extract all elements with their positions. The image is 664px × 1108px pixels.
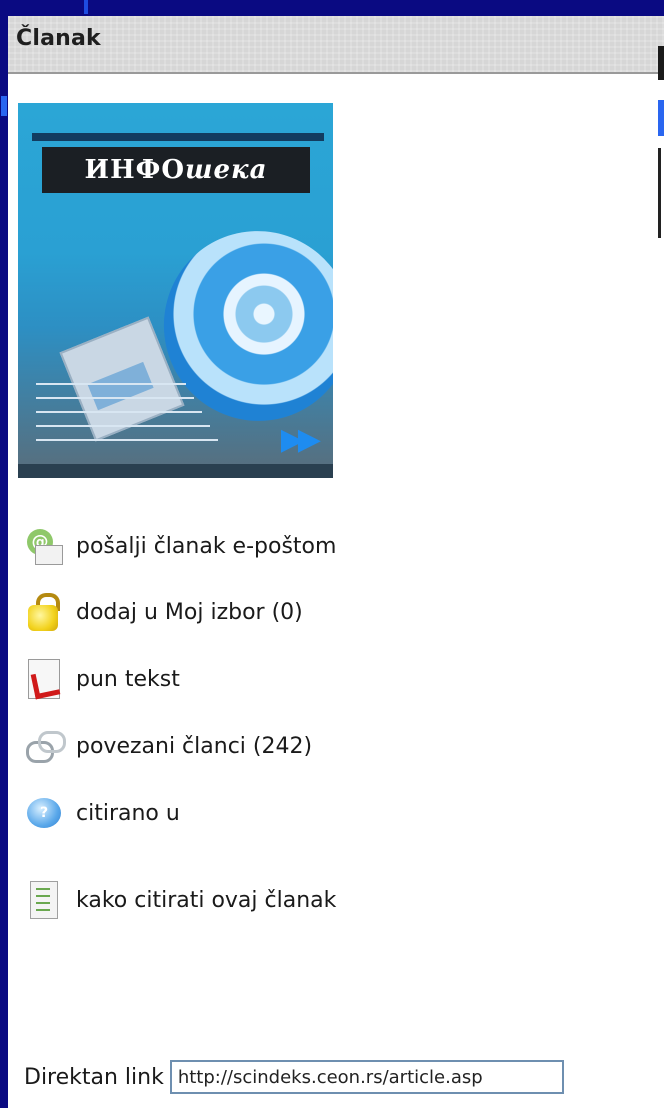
cover-title-bar: ИНФОшека — [42, 147, 310, 193]
email-icon: @ — [24, 526, 64, 566]
action-label: pun tekst — [76, 666, 180, 692]
action-full-text[interactable]: pun tekst — [24, 654, 180, 704]
action-label: kako citirati ovaj članak — [76, 887, 337, 913]
cover-top-bar — [32, 133, 324, 141]
action-label: pošalji članak e-poštom — [76, 533, 337, 559]
action-cited-in[interactable]: ? citirano u — [24, 788, 180, 838]
right-edge-deco — [658, 46, 664, 80]
journal-cover-image[interactable]: ИНФОшека ▶▶ — [18, 103, 333, 478]
list-icon — [24, 880, 64, 920]
panel-header: Članak — [8, 16, 664, 74]
left-frame-strip — [0, 96, 8, 1108]
cover-bottom-band — [18, 464, 333, 478]
right-edge-box — [658, 148, 664, 238]
action-label: citirano u — [76, 800, 180, 826]
link-icon — [24, 726, 66, 766]
article-panel: Članak ИНФОшека ▶▶ @ pošalji članak e-po… — [8, 16, 664, 1108]
action-label: dodaj u Moj izbor (0) — [76, 599, 303, 625]
forward-arrows-icon: ▶▶ — [280, 422, 321, 457]
action-label: povezani članci (242) — [76, 733, 313, 759]
action-related-articles[interactable]: povezani članci (242) — [24, 721, 312, 771]
lock-icon — [24, 592, 64, 632]
pdf-icon — [24, 659, 64, 699]
direct-link-field[interactable] — [169, 1060, 564, 1094]
panel-title: Članak — [16, 26, 101, 51]
cover-title: ИНФОшека — [84, 155, 268, 185]
cite-icon: ? — [24, 793, 64, 833]
circuit-lines-graphic — [36, 363, 226, 473]
right-edge-deco-blue — [658, 100, 664, 136]
action-email-article[interactable]: @ pošalji članak e-poštom — [24, 521, 336, 571]
direct-link-row: Direktan link — [24, 1060, 564, 1094]
action-add-to-my-selection[interactable]: dodaj u Moj izbor (0) — [24, 587, 303, 637]
direct-link-label: Direktan link — [24, 1064, 164, 1090]
action-how-to-cite[interactable]: kako citirati ovaj članak — [24, 875, 336, 925]
frame-accent — [84, 0, 88, 14]
